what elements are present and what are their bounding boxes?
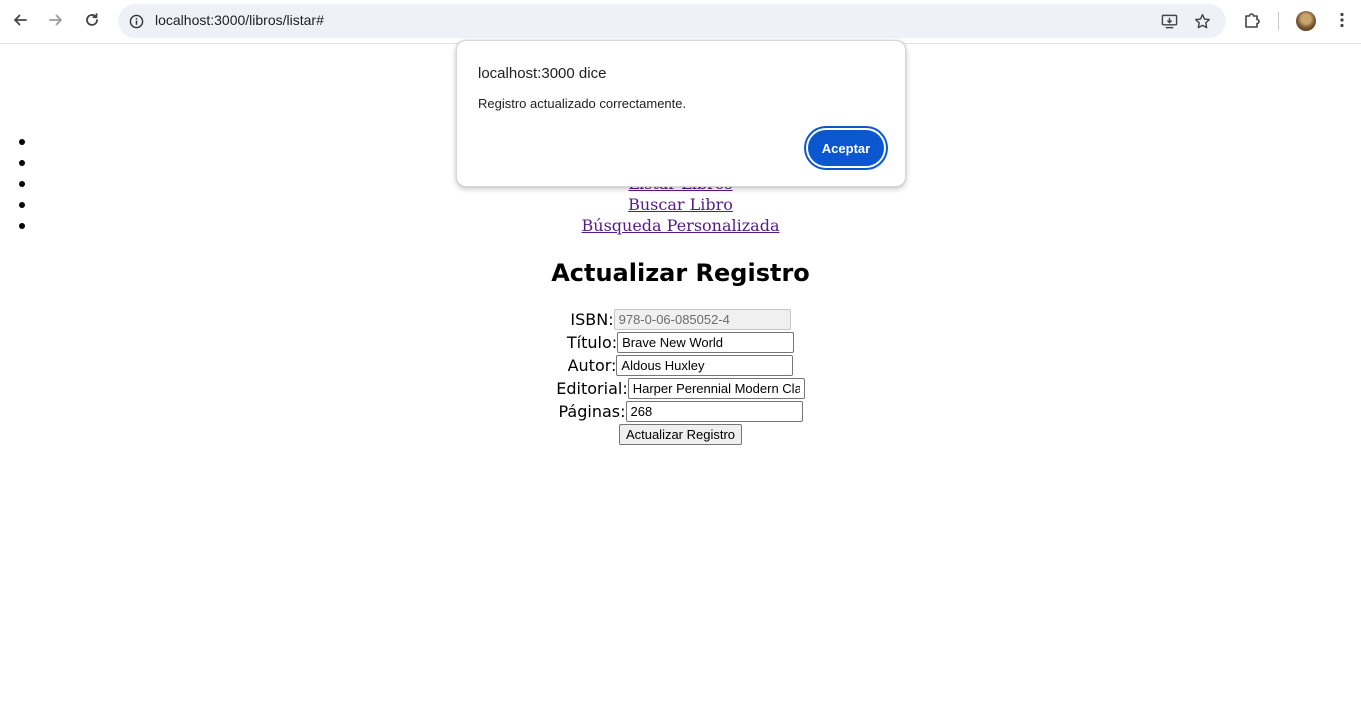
bullet-icon xyxy=(19,160,25,166)
titulo-row: Título: xyxy=(0,332,1361,355)
submit-row: Actualizar Registro xyxy=(0,424,1361,447)
autor-label: Autor: xyxy=(567,356,617,375)
editorial-label: Editorial: xyxy=(556,379,628,398)
site-info-icon[interactable] xyxy=(126,11,146,31)
paginas-row: Páginas: xyxy=(0,401,1361,424)
bookmark-star-icon[interactable] xyxy=(1192,11,1212,31)
alert-dialog: localhost:3000 dice Registro actualizado… xyxy=(456,40,906,187)
nav-link-busqueda-personalizada[interactable]: Búsqueda Personalizada xyxy=(582,216,780,235)
bullet-icon xyxy=(19,139,25,145)
reload-icon[interactable] xyxy=(78,6,106,34)
browser-toolbar: localhost:3000/libros/listar# xyxy=(0,0,1361,44)
editorial-input[interactable] xyxy=(627,378,805,399)
aceptar-button[interactable]: Aceptar xyxy=(806,128,886,168)
dialog-message: Registro actualizado correctamente. xyxy=(478,96,687,111)
bullet-icon xyxy=(19,202,25,208)
paginas-label: Páginas: xyxy=(558,402,626,421)
bullet-icon xyxy=(19,223,25,229)
forward-icon[interactable] xyxy=(42,6,70,34)
extensions-icon[interactable] xyxy=(1238,6,1266,34)
dialog-title: localhost:3000 dice xyxy=(478,65,607,82)
back-icon[interactable] xyxy=(6,6,34,34)
titulo-input[interactable] xyxy=(617,332,795,353)
actualizar-registro-button[interactable]: Actualizar Registro xyxy=(618,424,743,445)
nav-link-buscar-libro[interactable]: Buscar Libro xyxy=(628,195,733,214)
toolbar-divider xyxy=(1278,12,1279,30)
form-title: Actualizar Registro xyxy=(551,259,810,287)
bullet-icon xyxy=(19,181,25,187)
titulo-label: Título: xyxy=(566,333,618,352)
install-app-icon[interactable] xyxy=(1159,11,1179,31)
address-bar[interactable]: localhost:3000/libros/listar# xyxy=(118,4,1226,38)
nav-item: Buscar Libro xyxy=(0,194,1361,215)
paginas-input[interactable] xyxy=(625,401,803,422)
url-text[interactable]: localhost:3000/libros/listar# xyxy=(155,12,324,28)
isbn-row: ISBN: xyxy=(0,309,1361,332)
profile-avatar[interactable] xyxy=(1296,11,1316,31)
isbn-input[interactable] xyxy=(613,309,791,330)
nav-item: Búsqueda Personalizada xyxy=(0,215,1361,236)
isbn-label: ISBN: xyxy=(570,310,614,329)
more-menu-icon[interactable] xyxy=(1328,6,1356,34)
autor-input[interactable] xyxy=(616,355,794,376)
autor-row: Autor: xyxy=(0,355,1361,378)
editorial-row: Editorial: xyxy=(0,378,1361,401)
